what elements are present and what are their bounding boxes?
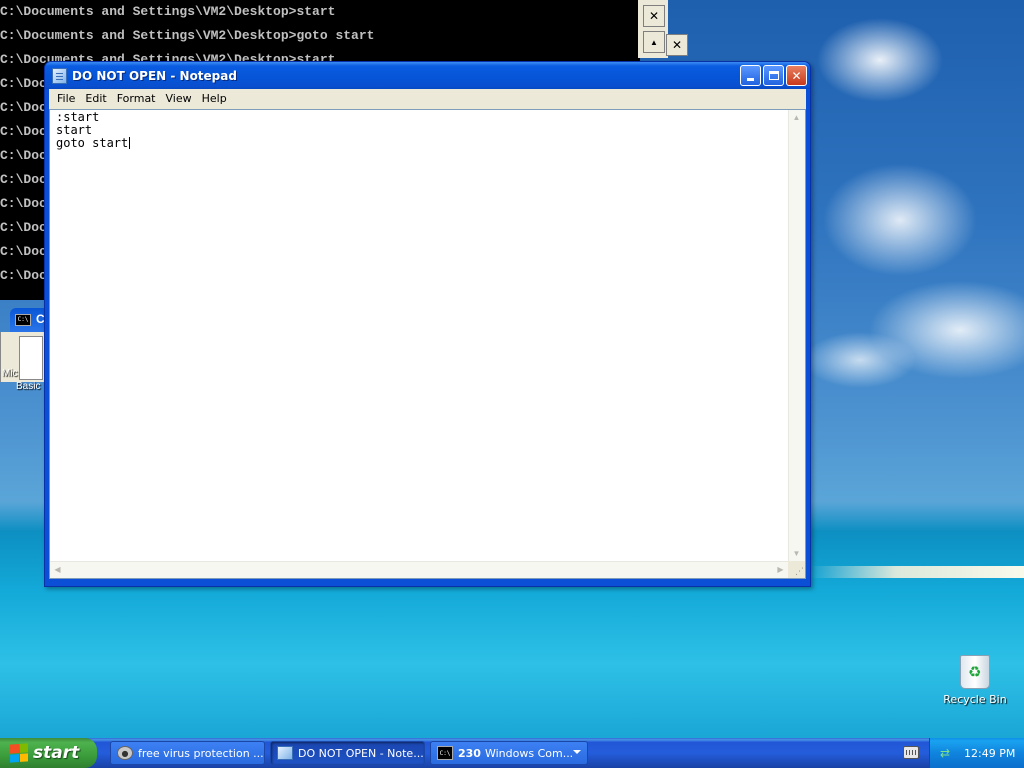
browser-icon: ● (117, 746, 133, 760)
taskbar-button-command-prompt-group[interactable]: C:\ 230 Windows Com... (430, 741, 588, 765)
start-label: start (33, 743, 80, 763)
start-button[interactable]: start (0, 738, 97, 768)
menu-edit[interactable]: Edit (80, 89, 111, 109)
clock[interactable]: 12:49 PM (964, 747, 1015, 760)
console-line: C:\Documents and Settings\VM2\Desktop>go… (0, 28, 375, 43)
console-close-icon[interactable]: ✕ (643, 5, 665, 27)
desktop-icon-label[interactable]: Mic (2, 368, 18, 379)
vertical-scrollbar[interactable]: ▲ ▼ (788, 110, 805, 561)
taskbar-button-label: Windows Com... (484, 746, 574, 760)
taskbar: start ● free virus protection ... DO NOT… (0, 738, 1024, 768)
notepad-icon (277, 746, 293, 760)
notepad-window[interactable]: DO NOT OPEN - Notepad ✕ File Edit Format… (44, 61, 811, 587)
menu-format[interactable]: Format (112, 89, 161, 109)
close-icon: ✕ (791, 68, 802, 83)
cmd-icon: C:\ (437, 746, 453, 760)
minimize-button[interactable] (740, 65, 761, 86)
notepad-titlebar[interactable]: DO NOT OPEN - Notepad ✕ (45, 62, 810, 89)
menu-bar: File Edit Format View Help (49, 89, 806, 109)
taskbar-button-label: free virus protection ... (138, 746, 264, 760)
console-scroll-up-icon[interactable]: ▲ (643, 31, 665, 53)
taskbar-button-label: DO NOT OPEN - Note... (298, 746, 424, 760)
minimize-icon (747, 78, 754, 81)
menu-help[interactable]: Help (197, 89, 232, 109)
recycle-bin[interactable]: Recycle Bin (940, 655, 1010, 706)
scroll-right-icon[interactable]: ▶ (773, 562, 788, 577)
window-title: DO NOT OPEN - Notepad (72, 68, 237, 83)
group-count: 230 (458, 746, 481, 760)
scroll-down-icon[interactable]: ▼ (789, 546, 804, 561)
notepad-icon[interactable] (52, 67, 67, 84)
menu-view[interactable]: View (161, 89, 197, 109)
console2-close-icon[interactable]: ✕ (666, 34, 688, 56)
desktop-icon-label[interactable]: Basic (16, 381, 40, 392)
horizontal-scrollbar[interactable]: ◀ ▶ (50, 561, 788, 578)
recycle-bin-label[interactable]: Recycle Bin (940, 693, 1010, 706)
console-line: C:\Documents and Settings\VM2\Desktop>st… (0, 4, 336, 19)
scroll-up-icon[interactable]: ▲ (789, 110, 804, 125)
taskbar-button-browser[interactable]: ● free virus protection ... (110, 741, 265, 765)
system-tray: ⇄ 12:49 PM (929, 738, 1024, 768)
console2-pane (19, 336, 43, 380)
text-editor[interactable]: :start start goto start (50, 110, 788, 561)
text-caret (129, 137, 131, 149)
editor-area: :start start goto start ▲ ▼ ◀ ▶ ⋰ (49, 109, 806, 579)
network-icon[interactable]: ⇄ (938, 746, 952, 760)
recycle-bin-icon[interactable] (960, 655, 990, 689)
scroll-left-icon[interactable]: ◀ (50, 562, 65, 577)
resize-grip-icon[interactable]: ⋰ (788, 561, 805, 578)
maximize-button[interactable] (763, 65, 784, 86)
close-button[interactable]: ✕ (786, 65, 807, 86)
chevron-down-icon (573, 750, 581, 754)
wallpaper-shore (810, 566, 1024, 578)
caption-buttons: ✕ (740, 65, 807, 86)
taskbar-button-notepad[interactable]: DO NOT OPEN - Note... (270, 741, 425, 765)
cmd-icon: C:\ (15, 314, 31, 326)
menu-file[interactable]: File (52, 89, 80, 109)
editor-content: :start start goto start (56, 110, 129, 150)
maximize-icon (768, 71, 779, 80)
windows-logo-icon (10, 743, 28, 763)
keyboard-icon[interactable] (903, 746, 919, 759)
